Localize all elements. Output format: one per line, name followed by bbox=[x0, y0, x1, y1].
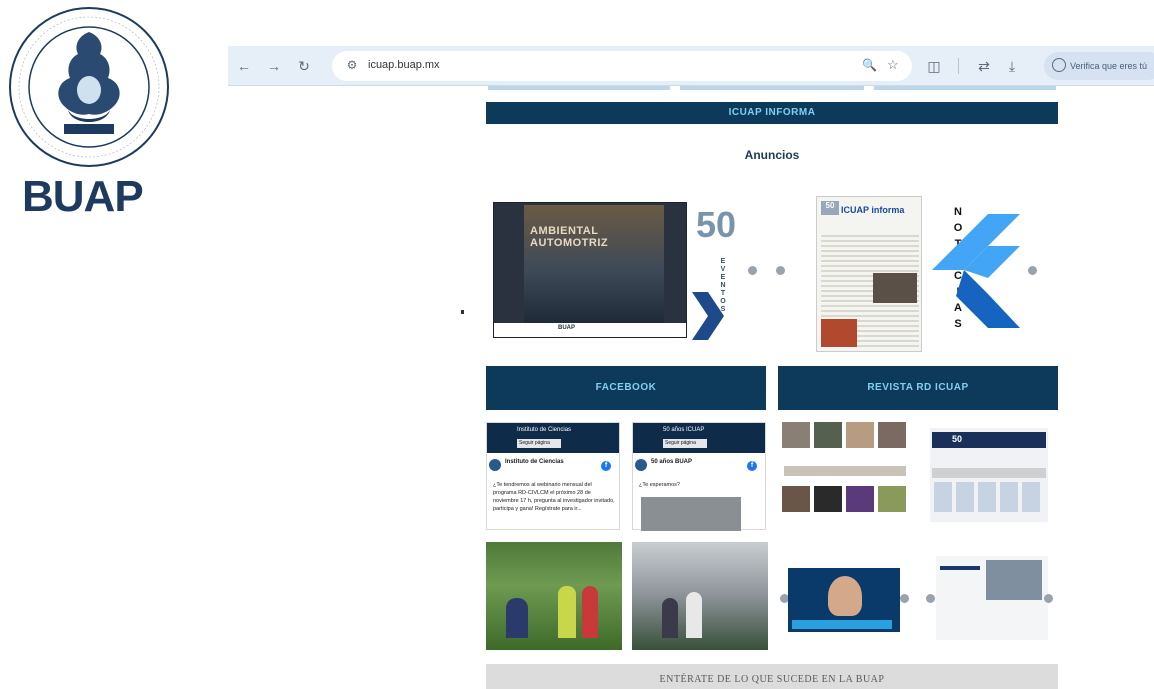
carousel-next-dot[interactable] bbox=[776, 266, 785, 275]
revista-header-logo: 50 bbox=[952, 434, 963, 444]
profile-icon bbox=[1052, 58, 1066, 72]
gallery-tile[interactable] bbox=[846, 486, 874, 512]
news-photo[interactable] bbox=[486, 542, 622, 650]
newsletter-masthead: ICUAP informa bbox=[841, 205, 905, 215]
search-icon[interactable]: 🔍 bbox=[862, 58, 877, 72]
person-figure bbox=[662, 598, 678, 638]
fb-page-name: Instituto de Ciencias bbox=[517, 427, 572, 433]
facebook-section-bar: FACEBOOK bbox=[486, 366, 766, 410]
person-figure bbox=[582, 586, 598, 638]
newsletter-photo bbox=[873, 273, 917, 303]
post-text: ¿Te esperamos? bbox=[639, 482, 680, 488]
fb-cover: Instituto de Ciencias Seguir página bbox=[487, 423, 619, 453]
newsletter-photo bbox=[821, 319, 857, 347]
gallery-tile[interactable] bbox=[878, 422, 906, 448]
reload-icon[interactable]: ↻ bbox=[294, 56, 314, 76]
presenter-figure bbox=[828, 576, 862, 616]
gallery-caption-band bbox=[784, 466, 906, 476]
browser-toolbar: ← → ↻ ⚙ icuap.buap.mx 🔍 ☆ ◫ ⇄ ⤓ Verifica… bbox=[228, 46, 1154, 86]
event-poster: AMBIENTAL AUTOMOTRIZ bbox=[524, 205, 664, 323]
anuncios-heading: Anuncios bbox=[744, 148, 800, 162]
gallery-tile[interactable] bbox=[782, 422, 810, 448]
video-thumbnail[interactable] bbox=[936, 556, 1048, 640]
revista-gallery[interactable] bbox=[780, 420, 910, 524]
back-icon[interactable]: ← bbox=[234, 56, 254, 76]
carousel-next-dot[interactable] bbox=[900, 594, 909, 603]
site-settings-icon[interactable]: ⚙ bbox=[344, 58, 360, 74]
news-photo[interactable] bbox=[632, 542, 768, 650]
mouse-cursor bbox=[461, 310, 464, 314]
follow-page-button[interactable]: Seguir página bbox=[517, 439, 561, 448]
poster-title: AMBIENTAL AUTOMOTRIZ bbox=[530, 225, 609, 249]
masthead-logo: 50 bbox=[821, 201, 839, 215]
buap-wordmark: BUAP bbox=[22, 172, 144, 221]
avatar bbox=[489, 459, 501, 471]
avatar bbox=[635, 459, 647, 471]
post-image bbox=[641, 497, 741, 531]
nav-item[interactable] bbox=[488, 86, 670, 90]
enterate-banner[interactable]: ENTÉRATE DE LO QUE SUCEDE EN LA BUAP bbox=[486, 664, 1058, 689]
gallery-tile[interactable] bbox=[846, 422, 874, 448]
chevron-logo-icon bbox=[932, 214, 1020, 328]
gallery-tile[interactable] bbox=[814, 422, 842, 448]
fifty-years-logo: 50 bbox=[696, 204, 737, 245]
post-author[interactable]: 50 años BUAP bbox=[651, 459, 692, 465]
carousel-next-dot[interactable] bbox=[1044, 594, 1053, 603]
poster-footer-logo: BUAP bbox=[558, 325, 576, 331]
download-icon[interactable]: ⤓ bbox=[1002, 56, 1022, 76]
poster-footer: BUAP bbox=[494, 323, 686, 337]
facebook-embed-card[interactable]: 50 años ICUAP Seguir página 50 años BUAP… bbox=[632, 422, 766, 531]
nav-item[interactable] bbox=[874, 86, 1056, 90]
nav-item[interactable] bbox=[680, 86, 864, 90]
announcement-slide-2[interactable]: 50 ICUAP informa bbox=[816, 196, 922, 352]
carousel-next-dot[interactable] bbox=[1028, 266, 1037, 275]
video-thumbnail[interactable] bbox=[788, 568, 900, 632]
forward-icon[interactable]: → bbox=[264, 56, 284, 76]
extensions-icon[interactable]: ◫ bbox=[924, 56, 944, 76]
gallery-tile[interactable] bbox=[814, 486, 842, 512]
carousel-prev-dot[interactable] bbox=[748, 266, 757, 275]
person-figure bbox=[506, 598, 528, 638]
icuap-informa-bar: ICUAP INFORMA bbox=[486, 102, 1058, 124]
fb-page-name: 50 años ICUAP bbox=[663, 427, 705, 433]
translate-icon[interactable]: ⇄ bbox=[974, 56, 994, 76]
person-figure bbox=[686, 592, 702, 638]
video-screen bbox=[986, 560, 1042, 600]
gallery-tile[interactable] bbox=[782, 486, 810, 512]
buap-seal-icon bbox=[9, 7, 169, 167]
revista-section-bar: REVISTA RD ICUAP bbox=[778, 366, 1058, 410]
gallery-tile[interactable] bbox=[878, 486, 906, 512]
bookmark-star-icon[interactable]: ☆ bbox=[887, 57, 899, 73]
carousel-prev-dot[interactable] bbox=[926, 594, 935, 603]
person-figure bbox=[558, 586, 576, 638]
facebook-icon: f bbox=[747, 461, 757, 471]
post-text: ¿Te tendremos al webinario mensual del p… bbox=[493, 482, 615, 512]
revista-panel[interactable]: 50 bbox=[930, 428, 1048, 522]
revista-header: 50 bbox=[932, 432, 1046, 448]
facebook-icon: f bbox=[601, 461, 611, 471]
video-caption-band bbox=[792, 620, 892, 629]
post-author[interactable]: Instituto de Ciencias bbox=[505, 459, 564, 465]
announcement-slide-1[interactable]: AMBIENTAL AUTOMOTRIZ BUAP bbox=[493, 202, 687, 338]
url-text[interactable]: icuap.buap.mx bbox=[368, 59, 440, 71]
follow-page-button[interactable]: Seguir página bbox=[663, 439, 707, 448]
verify-chip-label: Verifica que eres tú bbox=[1070, 61, 1148, 71]
revista-caption-band bbox=[932, 468, 1046, 478]
decorative-slash-icon bbox=[692, 292, 724, 340]
video-header-line bbox=[940, 566, 980, 570]
revista-thumbnails bbox=[934, 482, 1044, 512]
address-bar[interactable]: ⚙ icuap.buap.mx 🔍 ☆ bbox=[332, 51, 912, 81]
fb-cover: 50 años ICUAP Seguir página bbox=[633, 423, 765, 453]
toolbar-divider bbox=[958, 58, 959, 74]
buap-logo: BUAP bbox=[0, 0, 180, 240]
facebook-embed-card[interactable]: Instituto de Ciencias Seguir página Inst… bbox=[486, 422, 620, 530]
verify-chip[interactable]: Verifica que eres tú bbox=[1044, 52, 1154, 80]
